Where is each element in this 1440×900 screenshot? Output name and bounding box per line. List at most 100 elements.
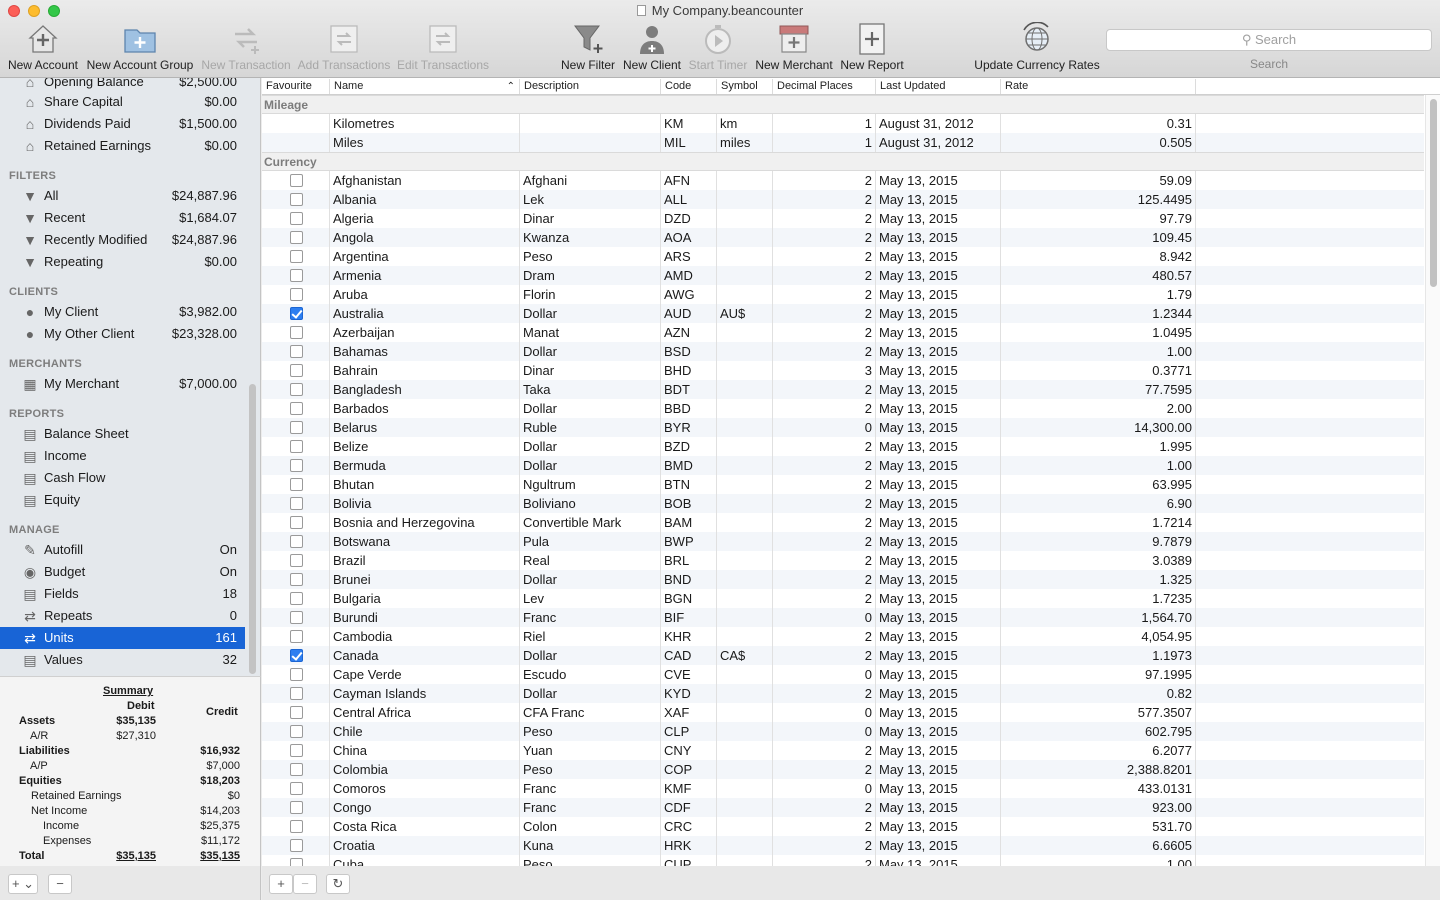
favourite-checkbox[interactable] — [290, 763, 303, 776]
table-row[interactable]: Croatia Kuna HRK 2 May 13, 2015 6.6605 — [262, 836, 1424, 855]
favourite-checkbox[interactable] — [290, 744, 303, 757]
table-row[interactable]: Cambodia Riel KHR 2 May 13, 2015 4,054.95 — [262, 627, 1424, 646]
favourite-checkbox[interactable] — [290, 839, 303, 852]
table-row[interactable]: Brunei Dollar BND 2 May 13, 2015 1.325 — [262, 570, 1424, 589]
table-scroll-thumb[interactable] — [1430, 99, 1437, 287]
favourite-checkbox[interactable] — [290, 269, 303, 282]
favourite-checkbox[interactable] — [290, 725, 303, 738]
table-row[interactable]: Central Africa CFA Franc XAF 0 May 13, 2015 5… — [262, 703, 1424, 722]
new-merchant-button[interactable]: New Merchant — [754, 22, 834, 72]
table-row[interactable]: Botswana Pula BWP 2 May 13, 2015 9.7879 — [262, 532, 1424, 551]
favourite-checkbox[interactable] — [290, 668, 303, 681]
favourite-checkbox[interactable] — [290, 820, 303, 833]
start-timer-button[interactable]: Start Timer — [686, 22, 750, 72]
favourite-checkbox[interactable] — [290, 250, 303, 263]
sidebar-item-income[interactable]: ▤ Income — [0, 445, 245, 467]
table-row[interactable]: Bermuda Dollar BMD 2 May 13, 2015 1.00 — [262, 456, 1424, 475]
favourite-checkbox[interactable] — [290, 459, 303, 472]
remove-unit-button[interactable]: − — [293, 874, 317, 894]
table-row[interactable]: Armenia Dram AMD 2 May 13, 2015 480.57 — [262, 266, 1424, 285]
sidebar-item-units[interactable]: ⇄ Units 161 — [0, 627, 245, 649]
favourite-checkbox[interactable] — [290, 535, 303, 548]
table-row[interactable]: Bahrain Dinar BHD 3 May 13, 2015 0.3771 — [262, 361, 1424, 380]
table-row[interactable]: Angola Kwanza AOA 2 May 13, 2015 109.45 — [262, 228, 1424, 247]
new-transaction-button[interactable]: New Transaction — [200, 22, 292, 72]
favourite-checkbox[interactable] — [290, 478, 303, 491]
column-header-description[interactable]: Description — [520, 79, 661, 94]
sidebar-item-budget[interactable]: ◉ Budget On — [0, 561, 245, 583]
new-report-button[interactable]: New Report — [838, 22, 906, 72]
favourite-checkbox[interactable] — [290, 326, 303, 339]
table-row[interactable]: Cayman Islands Dollar KYD 2 May 13, 2015 0.82 — [262, 684, 1424, 703]
favourite-checkbox[interactable] — [290, 573, 303, 586]
favourite-checkbox[interactable] — [290, 592, 303, 605]
table-row[interactable]: Azerbaijan Manat AZN 2 May 13, 2015 1.0495 — [262, 323, 1424, 342]
table-row[interactable]: Algeria Dinar DZD 2 May 13, 2015 97.79 — [262, 209, 1424, 228]
group-header[interactable]: Currency — [262, 152, 1424, 171]
table-row[interactable]: China Yuan CNY 2 May 13, 2015 6.2077 — [262, 741, 1424, 760]
favourite-checkbox[interactable] — [290, 383, 303, 396]
column-header-code[interactable]: Code — [661, 79, 717, 94]
sidebar-item-balance-sheet[interactable]: ▤ Balance Sheet — [0, 423, 245, 445]
favourite-checkbox[interactable] — [290, 497, 303, 510]
favourite-checkbox[interactable] — [290, 307, 303, 320]
table-row[interactable]: Canada Dollar CAD CA$ 2 May 13, 2015 1.1973 — [262, 646, 1424, 665]
sidebar-item-all[interactable]: ▼ All $24,887.96 — [0, 185, 245, 207]
remove-button[interactable]: − — [48, 874, 72, 894]
table-row[interactable]: Afghanistan Afghani AFN 2 May 13, 2015 59.09 — [262, 171, 1424, 190]
favourite-checkbox[interactable] — [290, 421, 303, 434]
new-account-group-button[interactable]: New Account Group — [84, 22, 196, 72]
sidebar-item-values[interactable]: ▤ Values 32 — [0, 649, 245, 671]
table-row[interactable]: Barbados Dollar BBD 2 May 13, 2015 2.00 — [262, 399, 1424, 418]
sidebar-item-equity[interactable]: ▤ Equity — [0, 489, 245, 511]
column-header-last-updated[interactable]: Last Updated — [876, 79, 1001, 94]
table-row[interactable]: Belize Dollar BZD 2 May 13, 2015 1.995 — [262, 437, 1424, 456]
sidebar-item-share-capital[interactable]: ⌂ Share Capital $0.00 — [0, 91, 245, 113]
table-row[interactable]: Kilometres KM km 1 August 31, 2012 0.31 — [262, 114, 1424, 133]
table-row[interactable]: Cuba Peso CUP 2 May 13, 2015 1.00 — [262, 855, 1424, 866]
favourite-checkbox[interactable] — [290, 630, 303, 643]
column-header-favourite[interactable]: Favourite — [262, 79, 330, 94]
favourite-checkbox[interactable] — [290, 231, 303, 244]
column-header-symbol[interactable]: Symbol — [717, 79, 773, 94]
favourite-checkbox[interactable] — [290, 516, 303, 529]
table-scrollbar[interactable] — [1425, 95, 1440, 866]
add-menu-button[interactable]: + ⌄ — [8, 874, 38, 894]
new-client-button[interactable]: New Client — [620, 22, 684, 72]
table-row[interactable]: Costa Rica Colon CRC 2 May 13, 2015 531.70 — [262, 817, 1424, 836]
sidebar-item-fields[interactable]: ▤ Fields 18 — [0, 583, 245, 605]
table-row[interactable]: Bosnia and Herzegovina Convertible Mark BA… — [262, 513, 1424, 532]
favourite-checkbox[interactable] — [290, 554, 303, 567]
favourite-checkbox[interactable] — [290, 193, 303, 206]
column-header-decimal-places[interactable]: Decimal Places — [773, 79, 876, 94]
table-row[interactable]: Burundi Franc BIF 0 May 13, 2015 1,564.70 — [262, 608, 1424, 627]
sidebar-item-autofill[interactable]: ✎ Autofill On — [0, 539, 245, 561]
favourite-checkbox[interactable] — [290, 801, 303, 814]
sidebar-item-retained-earnings[interactable]: ⌂ Retained Earnings $0.00 — [0, 135, 245, 157]
sidebar-item-recently-modified[interactable]: ▼ Recently Modified $24,887.96 — [0, 229, 245, 251]
table-row[interactable]: Cape Verde Escudo CVE 0 May 13, 2015 97.1995 — [262, 665, 1424, 684]
sidebar-item-my-client[interactable]: ● My Client $3,982.00 — [0, 301, 245, 323]
group-header[interactable]: Mileage — [262, 95, 1424, 114]
favourite-checkbox[interactable] — [290, 687, 303, 700]
table-row[interactable]: Belarus Ruble BYR 0 May 13, 2015 14,300.00 — [262, 418, 1424, 437]
table-row[interactable]: Albania Lek ALL 2 May 13, 2015 125.4495 — [262, 190, 1424, 209]
favourite-checkbox[interactable] — [290, 402, 303, 415]
update-currency-rates-button[interactable]: Update Currency Rates — [970, 22, 1104, 72]
table-row[interactable]: Chile Peso CLP 0 May 13, 2015 602.795 — [262, 722, 1424, 741]
table-row[interactable]: Argentina Peso ARS 2 May 13, 2015 8.942 — [262, 247, 1424, 266]
sidebar-item-recent[interactable]: ▼ Recent $1,684.07 — [0, 207, 245, 229]
favourite-checkbox[interactable] — [290, 345, 303, 358]
table-row[interactable]: Congo Franc CDF 2 May 13, 2015 923.00 — [262, 798, 1424, 817]
add-transactions-button[interactable]: Add Transactions — [296, 22, 392, 72]
new-filter-button[interactable]: New Filter — [558, 22, 618, 72]
favourite-checkbox[interactable] — [290, 212, 303, 225]
new-account-button[interactable]: New Account — [6, 22, 80, 72]
table-row[interactable]: Australia Dollar AUD AU$ 2 May 13, 2015 1.2344 — [262, 304, 1424, 323]
table-row[interactable]: Bulgaria Lev BGN 2 May 13, 2015 1.7235 — [262, 589, 1424, 608]
table-row[interactable]: Colombia Peso COP 2 May 13, 2015 2,388.8201 — [262, 760, 1424, 779]
favourite-checkbox[interactable] — [290, 611, 303, 624]
table-row[interactable]: Bolivia Boliviano BOB 2 May 13, 2015 6.90 — [262, 494, 1424, 513]
column-header-rate[interactable]: Rate — [1001, 79, 1196, 94]
edit-transactions-button[interactable]: Edit Transactions — [396, 22, 490, 72]
